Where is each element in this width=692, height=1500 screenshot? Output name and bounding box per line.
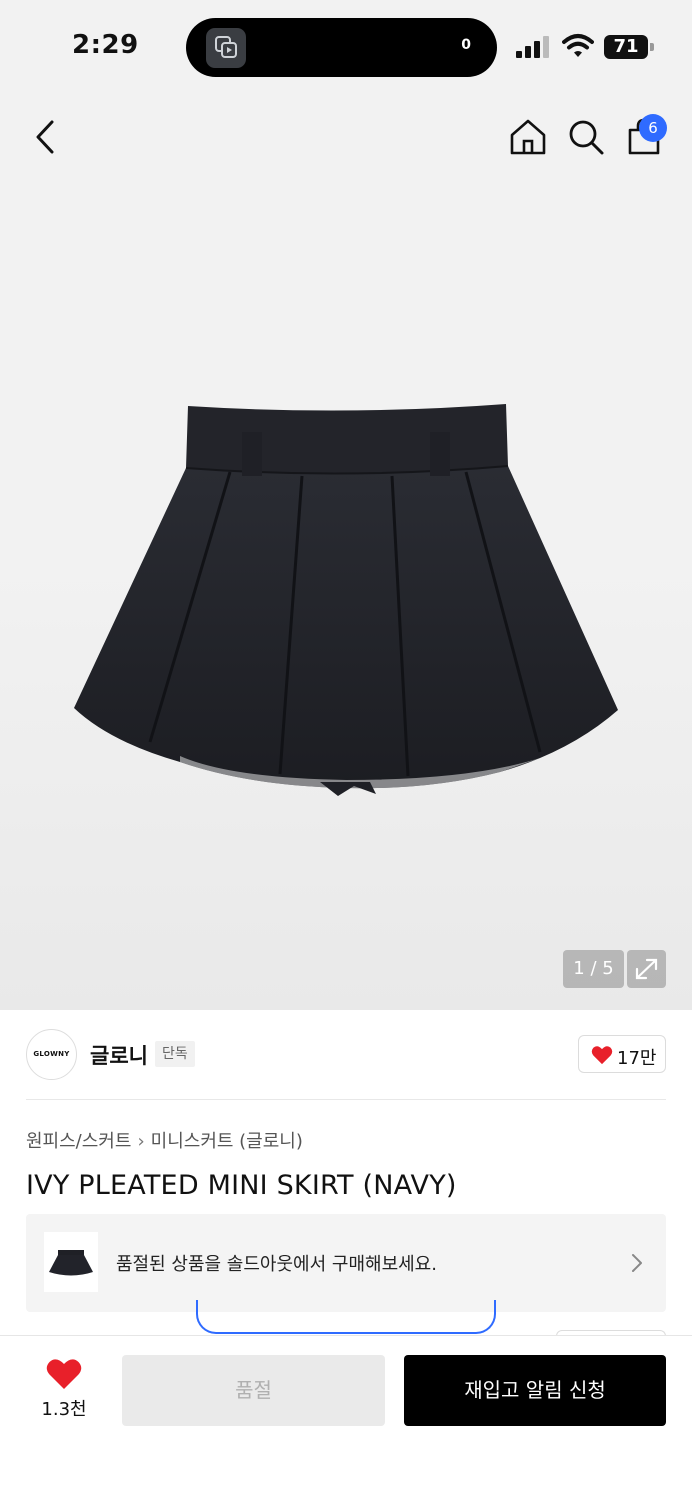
wishlist-count: 1.3천 xyxy=(41,1399,87,1420)
chevron-right-icon xyxy=(632,1254,642,1272)
heart-icon xyxy=(591,1046,613,1065)
product-image-skirt[interactable] xyxy=(70,402,624,798)
back-arrow-icon[interactable] xyxy=(30,118,62,156)
coupon-pill-partial[interactable] xyxy=(196,1300,496,1334)
wishlist-heart-icon[interactable] xyxy=(46,1358,82,1390)
brand-name[interactable]: 글로니 xyxy=(90,1040,148,1070)
battery-level: 71 xyxy=(613,36,639,57)
screen-record-app-icon xyxy=(206,28,246,68)
brand-logo[interactable]: GLOWNY xyxy=(26,1029,77,1080)
chevron-right-icon: › xyxy=(137,1131,145,1152)
banner-text: 품절된 상품을 솔드아웃에서 구매해보세요. xyxy=(116,1254,437,1275)
restock-alert-button[interactable]: 재입고 알림 신청 xyxy=(404,1355,666,1426)
soldout-button[interactable]: 품절 xyxy=(122,1355,385,1426)
expand-icon xyxy=(635,958,658,980)
exclusive-tag: 단독 xyxy=(155,1041,195,1067)
fullscreen-button[interactable] xyxy=(627,950,666,988)
cart-count-badge: 6 xyxy=(639,114,667,142)
breadcrumb-subcategory[interactable]: 미니스커트 (글로니) xyxy=(151,1131,303,1152)
banner-product-thumbnail xyxy=(44,1232,98,1292)
product-title: IVY PLEATED MINI SKIRT (NAVY) xyxy=(26,1170,457,1201)
wifi-icon xyxy=(562,34,594,57)
breadcrumb-category[interactable]: 원피스/스커트 xyxy=(26,1131,131,1152)
product-detail-page: 2:29 0 71 6 1 / 5 GLOWNY 글로니 단독 17만 원피스/… xyxy=(0,0,692,1500)
battery-icon: 71 xyxy=(604,35,654,59)
brand-like-button[interactable]: 17만 xyxy=(578,1035,666,1073)
brand-like-count: 17만 xyxy=(617,1048,657,1069)
soldout-banner[interactable]: 품절된 상품을 솔드아웃에서 구매해보세요. xyxy=(26,1214,666,1312)
status-time: 2:29 xyxy=(72,30,139,60)
cellular-signal-icon xyxy=(516,36,549,58)
island-count: 0 xyxy=(461,37,471,53)
search-icon[interactable] xyxy=(566,117,606,157)
breadcrumb: 원피스/스커트 › 미니스커트 (글로니) xyxy=(26,1127,303,1153)
dynamic-island: 0 xyxy=(186,18,497,77)
image-counter: 1 / 5 xyxy=(563,950,624,988)
home-icon[interactable] xyxy=(508,117,548,157)
divider xyxy=(26,1099,666,1100)
